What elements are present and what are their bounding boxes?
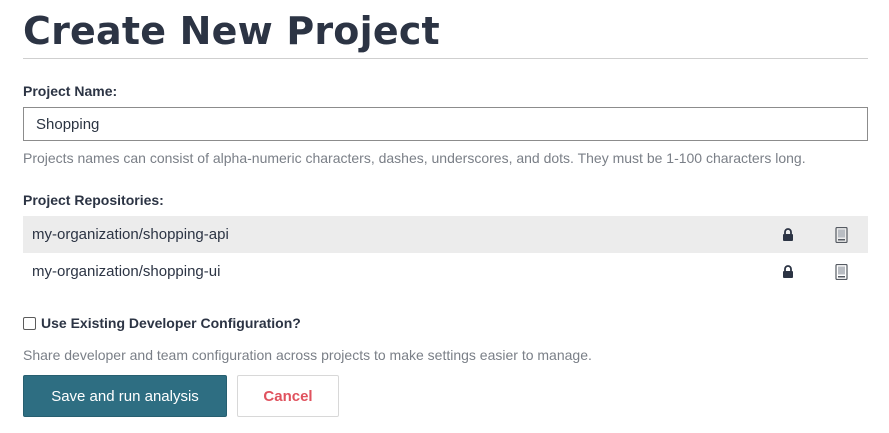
developer-config-hint: Share developer and team configuration a… <box>23 347 592 363</box>
repository-row: my-organization/shopping-ui <box>23 253 868 290</box>
repository-name: my-organization/shopping-ui <box>32 263 221 280</box>
developer-config-checkbox[interactable] <box>23 316 36 330</box>
save-and-run-button[interactable]: Save and run analysis <box>23 375 227 417</box>
device-icon[interactable] <box>835 264 848 280</box>
developer-config-option: Use Existing Developer Configuration? <box>23 315 301 331</box>
cancel-button[interactable]: Cancel <box>237 375 339 417</box>
device-icon[interactable] <box>835 227 848 243</box>
lock-icon <box>783 265 793 278</box>
repository-name: my-organization/shopping-api <box>32 226 229 243</box>
page-title: Create New Project <box>23 9 440 53</box>
developer-config-label[interactable]: Use Existing Developer Configuration? <box>41 315 301 331</box>
project-repositories-label: Project Repositories: <box>23 192 164 208</box>
repository-row: my-organization/shopping-api <box>23 216 868 253</box>
title-divider <box>23 58 868 59</box>
project-name-input[interactable] <box>23 107 868 141</box>
project-name-label: Project Name: <box>23 83 118 99</box>
repository-list: my-organization/shopping-api my-organiza… <box>23 216 868 290</box>
project-name-hint: Projects names can consist of alpha-nume… <box>23 150 806 166</box>
lock-icon <box>783 228 793 241</box>
